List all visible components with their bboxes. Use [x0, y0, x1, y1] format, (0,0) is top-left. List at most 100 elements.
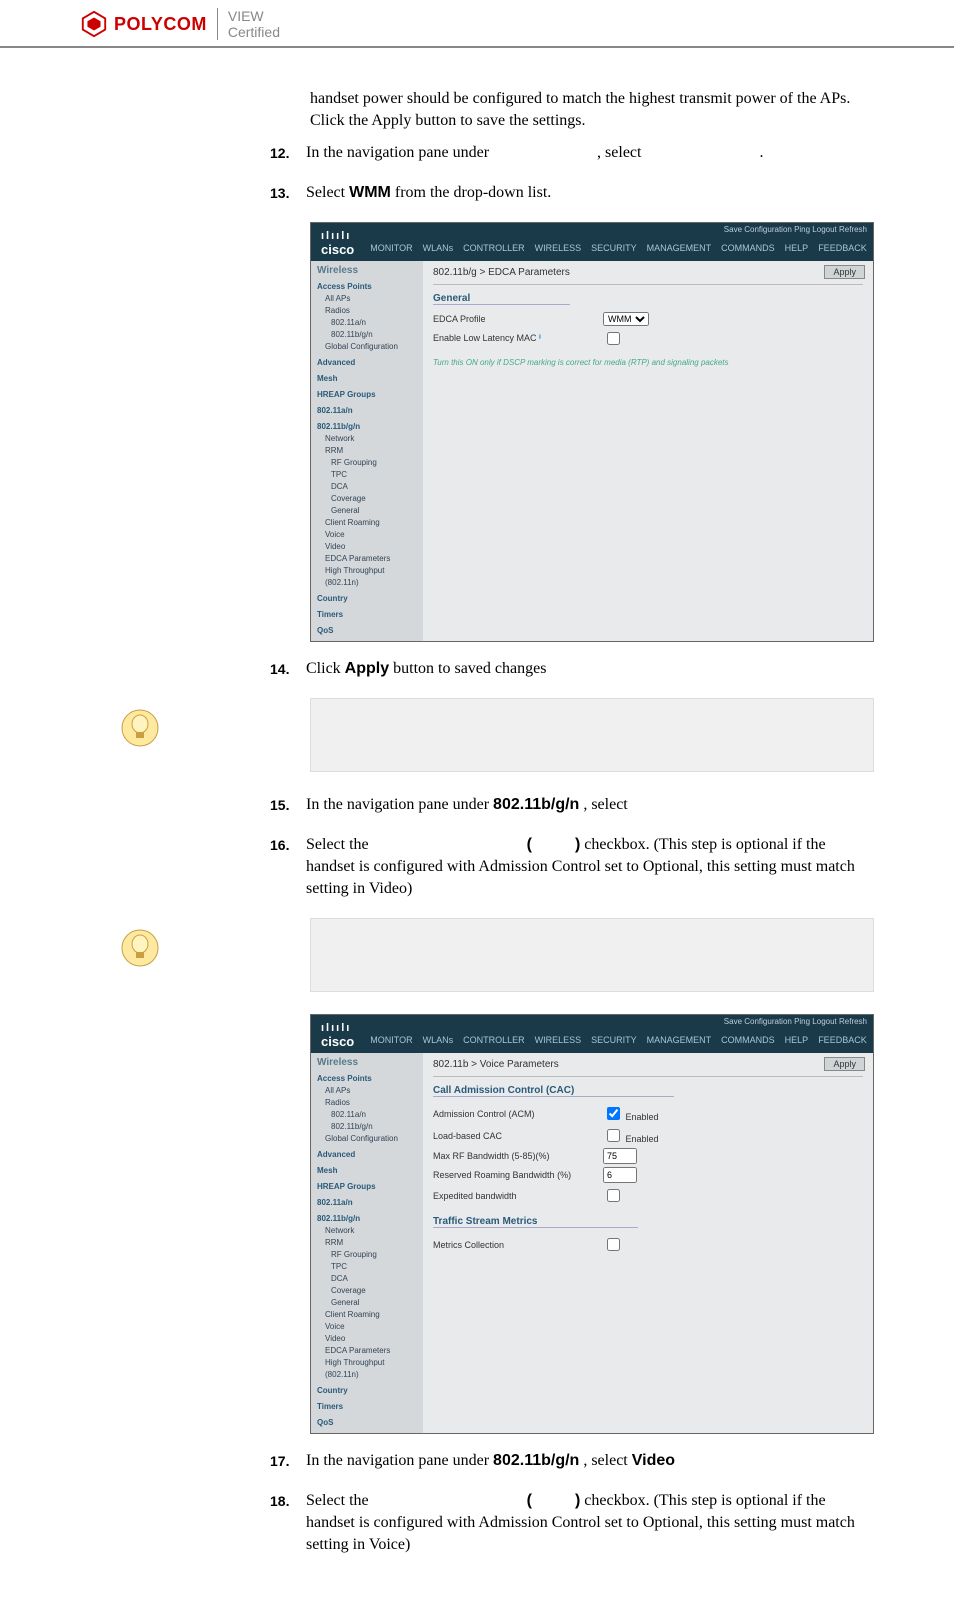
menu-controller[interactable]: CONTROLLER — [463, 243, 525, 257]
menu-feedback[interactable]: FEEDBACK — [818, 243, 867, 257]
menu-monitor[interactable]: MONITOR — [370, 1035, 412, 1049]
nav-item[interactable]: Client Roaming — [317, 1309, 417, 1321]
nav-item[interactable]: EDCA Parameters — [317, 1345, 417, 1357]
nav-item[interactable]: Video — [317, 1333, 417, 1345]
load-cac-checkbox[interactable] — [607, 1129, 620, 1142]
menu-management[interactable]: MANAGEMENT — [647, 243, 712, 257]
menu-feedback[interactable]: FEEDBACK — [818, 1035, 867, 1049]
nav-item[interactable]: High Throughput (802.11n) — [317, 565, 417, 589]
info-icon[interactable]: ⁱ — [539, 333, 541, 343]
nav-item[interactable]: DCA — [317, 481, 417, 493]
nav-item[interactable]: General — [317, 1297, 417, 1309]
ss-nav[interactable]: Wireless Access Points All APs Radios 80… — [311, 1053, 423, 1433]
nav-item[interactable]: Coverage — [317, 1285, 417, 1297]
nav-item[interactable]: Client Roaming — [317, 517, 417, 529]
metrics-checkbox[interactable] — [607, 1238, 620, 1251]
nav-item[interactable]: Network — [317, 1225, 417, 1237]
screenshot-voice: ılıılı cisco MONITOR WLANs CONTROLLER WI… — [310, 1014, 874, 1434]
apply-button[interactable]: Apply — [824, 265, 865, 279]
note-body — [310, 918, 874, 992]
ss-topmenu[interactable]: MONITOR WLANs CONTROLLER WIRELESS SECURI… — [364, 239, 873, 261]
nav-item[interactable]: General — [317, 505, 417, 517]
expedited-checkbox[interactable] — [607, 1189, 620, 1202]
nav-item[interactable]: RRM — [317, 445, 417, 457]
nav-item[interactable]: Network — [317, 433, 417, 445]
apply-button[interactable]: Apply — [824, 1057, 865, 1071]
note-text: Turn this ON only if DSCP marking is cor… — [433, 358, 863, 367]
reserved-input[interactable] — [603, 1167, 637, 1183]
nav-item[interactable]: 802.11a/n — [317, 317, 417, 329]
nav-item[interactable]: Radios — [317, 305, 417, 317]
low-latency-checkbox[interactable] — [607, 332, 620, 345]
cisco-logo: ılıılı cisco — [311, 226, 364, 261]
nav-item[interactable]: DCA — [317, 1273, 417, 1285]
nav-item[interactable]: HREAP Groups — [317, 1181, 417, 1193]
toplinks[interactable]: Save Configuration Ping Logout Refresh — [724, 1017, 867, 1026]
nav-item[interactable]: High Throughput (802.11n) — [317, 1357, 417, 1381]
nav-item[interactable]: Advanced — [317, 357, 417, 369]
nav-item[interactable]: RF Grouping — [317, 457, 417, 469]
ss-topmenu[interactable]: MONITOR WLANs CONTROLLER WIRELESS SECURI… — [364, 1031, 873, 1053]
menu-wlans[interactable]: WLANs — [423, 243, 454, 257]
nav-item[interactable]: Advanced — [317, 1149, 417, 1161]
toplinks[interactable]: Save Configuration Ping Logout Refresh — [724, 225, 867, 234]
acm-checkbox[interactable] — [607, 1107, 620, 1120]
nav-item[interactable]: Global Configuration — [317, 341, 417, 353]
menu-commands[interactable]: COMMANDS — [721, 1035, 775, 1049]
menu-wireless[interactable]: WIRELESS — [535, 1035, 582, 1049]
menu-management[interactable]: MANAGEMENT — [647, 1035, 712, 1049]
menu-security[interactable]: SECURITY — [591, 243, 637, 257]
maxrf-input[interactable] — [603, 1148, 637, 1164]
nav-item[interactable]: Country — [317, 593, 417, 605]
nav-item[interactable]: Timers — [317, 609, 417, 621]
nav-item[interactable]: Global Configuration — [317, 1133, 417, 1145]
menu-commands[interactable]: COMMANDS — [721, 243, 775, 257]
nav-item[interactable]: Voice — [317, 529, 417, 541]
nav-item[interactable]: All APs — [317, 1085, 417, 1097]
paren: ( — [527, 1492, 532, 1509]
step-number: 15. — [270, 794, 302, 816]
nav-item[interactable]: TPC — [317, 469, 417, 481]
nav-item[interactable]: QoS — [317, 625, 417, 637]
nav-item[interactable]: Access Points — [317, 1073, 417, 1085]
nav-item[interactable]: 802.11b/g/n — [317, 421, 417, 433]
menu-help[interactable]: HELP — [785, 243, 809, 257]
nav-item[interactable]: Video — [317, 541, 417, 553]
menu-controller[interactable]: CONTROLLER — [463, 1035, 525, 1049]
nav-item[interactable]: EDCA Parameters — [317, 553, 417, 565]
cisco-bars-icon: ılıılı — [321, 1022, 354, 1034]
nav-item[interactable]: TPC — [317, 1261, 417, 1273]
paren: ) — [575, 836, 580, 853]
nav-item[interactable]: Mesh — [317, 373, 417, 385]
nav-item[interactable]: All APs — [317, 293, 417, 305]
screenshot-edca: ılıılı cisco MONITOR WLANs CONTROLLER WI… — [310, 222, 874, 642]
step-number: 12. — [270, 142, 302, 164]
nav-item[interactable]: RF Grouping — [317, 1249, 417, 1261]
nav-item[interactable]: Timers — [317, 1401, 417, 1413]
nav-item[interactable]: Radios — [317, 1097, 417, 1109]
text: checkbox. (This step is optional if the … — [306, 1492, 855, 1553]
menu-wireless[interactable]: WIRELESS — [535, 243, 582, 257]
nav-item[interactable]: Country — [317, 1385, 417, 1397]
nav-item[interactable]: Access Points — [317, 281, 417, 293]
nav-item[interactable]: Coverage — [317, 493, 417, 505]
nav-item[interactable]: QoS — [317, 1417, 417, 1429]
nav-item[interactable]: 802.11b/g/n — [317, 329, 417, 341]
nav-item[interactable]: 802.11a/n — [317, 1197, 417, 1209]
nav-item[interactable]: 802.11b/g/n — [317, 1121, 417, 1133]
nav-item[interactable]: 802.11a/n — [317, 405, 417, 417]
nav-item[interactable]: 802.11b/g/n — [317, 1213, 417, 1225]
nav-item[interactable]: HREAP Groups — [317, 389, 417, 401]
ss-nav[interactable]: Wireless Access Points All APs Radios 80… — [311, 261, 423, 641]
nav-item[interactable]: 802.11a/n — [317, 1109, 417, 1121]
menu-security[interactable]: SECURITY — [591, 1035, 637, 1049]
nav-item[interactable]: Mesh — [317, 1165, 417, 1177]
select-wmm[interactable]: WMM — [603, 312, 649, 326]
edca-profile-select[interactable]: WMM — [603, 312, 649, 326]
menu-help[interactable]: HELP — [785, 1035, 809, 1049]
text: button to saved changes — [393, 660, 546, 677]
nav-item[interactable]: RRM — [317, 1237, 417, 1249]
menu-monitor[interactable]: MONITOR — [370, 243, 412, 257]
menu-wlans[interactable]: WLANs — [423, 1035, 454, 1049]
nav-item[interactable]: Voice — [317, 1321, 417, 1333]
